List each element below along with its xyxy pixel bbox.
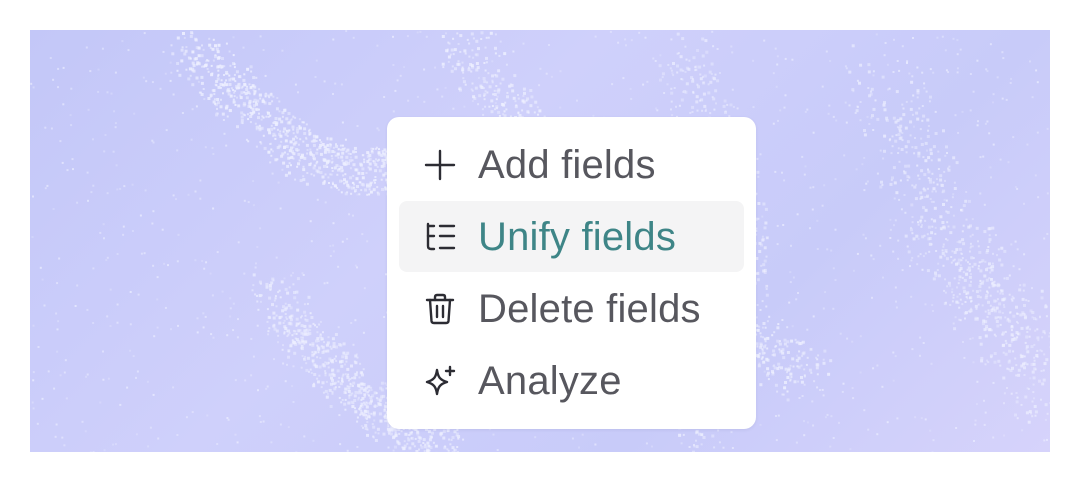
menu-item-unify-fields[interactable]: Unify fields [399,201,744,272]
list-tree-icon [423,220,457,254]
sparkles-icon [423,364,457,398]
menu-item-label: Analyze [478,358,622,403]
plus-icon [423,148,457,182]
menu-item-add-fields[interactable]: Add fields [399,129,744,200]
background-canvas: Add fields Unify fields Delete fields An… [30,30,1050,452]
menu-item-analyze[interactable]: Analyze [399,345,744,416]
context-menu: Add fields Unify fields Delete fields An… [387,117,756,429]
menu-item-label: Delete fields [478,286,701,331]
menu-item-delete-fields[interactable]: Delete fields [399,273,744,344]
trash-icon [423,292,457,326]
menu-item-label: Unify fields [478,214,677,259]
menu-item-label: Add fields [478,142,656,187]
